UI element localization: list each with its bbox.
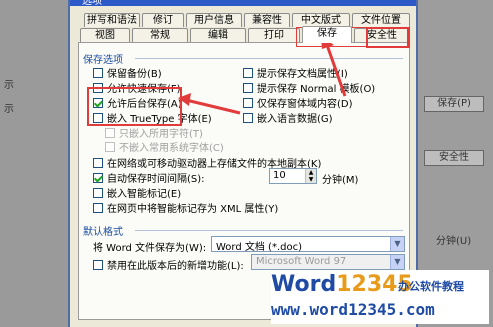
watermark: Word12345 办公软件教程 www.word12345.com (271, 270, 489, 324)
arrow-line (185, 98, 241, 115)
tab-save[interactable]: 保存 (302, 26, 352, 43)
arrow-line (324, 41, 347, 97)
watermark-url: www.word12345.com (271, 300, 435, 319)
watermark-logo: Word12345 (271, 272, 413, 297)
logo-word: Word (271, 272, 337, 297)
watermark-subtitle: 办公软件教程 (398, 280, 464, 293)
arrow-head (178, 93, 191, 106)
